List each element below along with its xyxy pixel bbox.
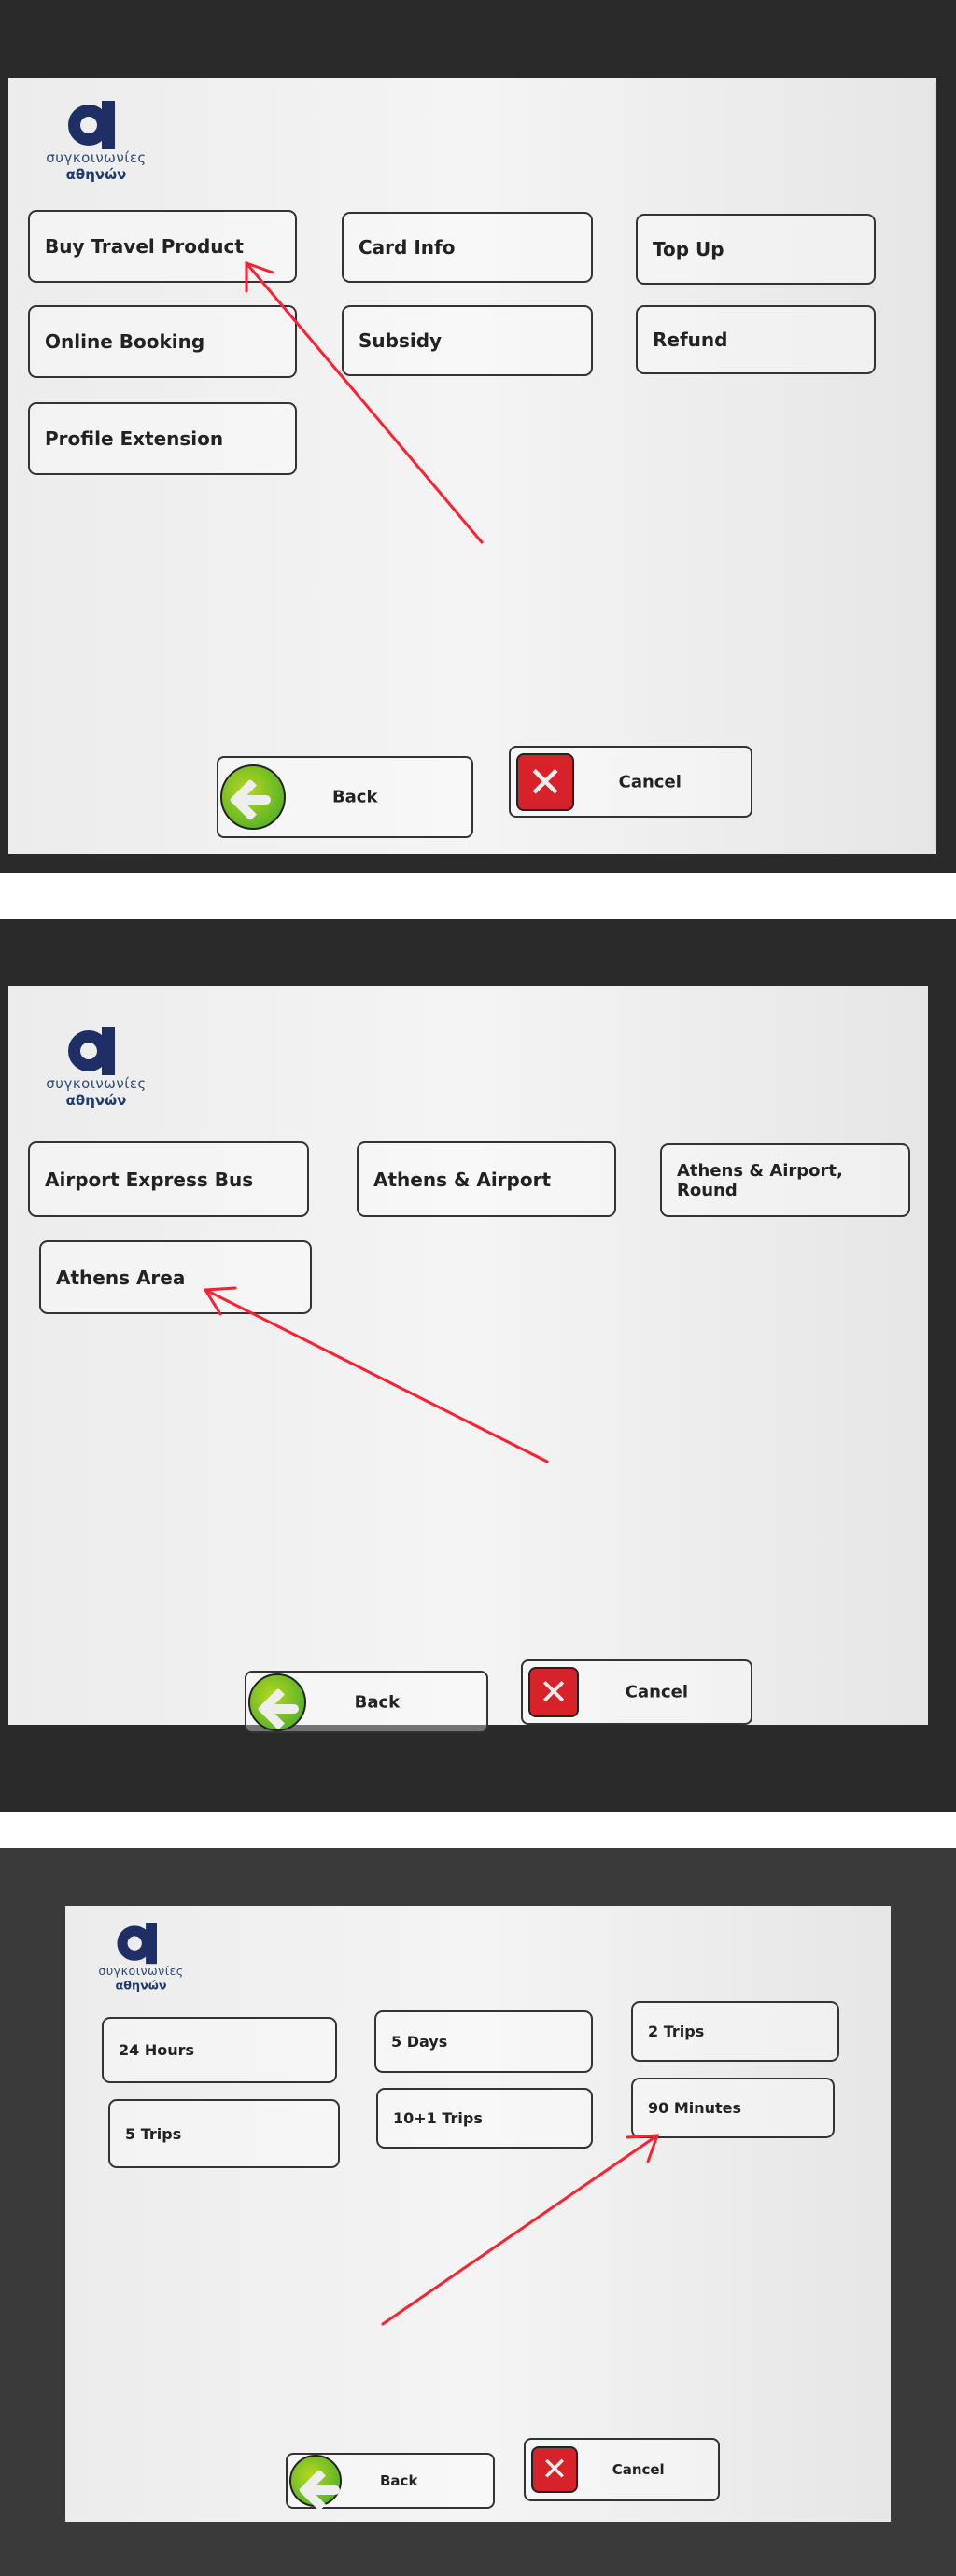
5-trips-button[interactable]: 5 Trips [108,2099,340,2168]
cancel-label: Cancel [612,2461,665,2478]
24-hours-button[interactable]: 24 Hours [102,2017,337,2083]
cancel-button[interactable]: ✕ Cancel [509,746,752,818]
top-up-button[interactable]: Top Up [636,214,876,285]
oasa-logo: συγκοινωνίες αθηνών [35,101,157,183]
card-info-button[interactable]: Card Info [342,212,593,283]
profile-extension-button[interactable]: Profile Extension [28,402,297,475]
back-button[interactable]: Back [245,1671,488,1733]
5-days-button[interactable]: 5 Days [374,2010,593,2073]
refund-button[interactable]: Refund [636,305,876,374]
back-button[interactable]: Back [217,756,473,838]
x-square-icon: ✕ [531,2446,578,2493]
2-trips-button[interactable]: 2 Trips [631,2001,839,2062]
athens-airport-button[interactable]: Athens & Airport [357,1141,616,1217]
alpha-logo-icon [117,1923,165,1965]
logo-text-line2: αθηνών [65,1092,127,1109]
buy-travel-product-button[interactable]: Buy Travel Product [28,210,297,283]
logo-text-line1: συγκοινωνίες [98,1964,184,1979]
athens-airport-round-button[interactable]: Athens & Airport, Round [660,1143,910,1217]
arrow-left-circle-icon [220,764,286,830]
back-label: Back [354,1692,401,1712]
back-label: Back [331,787,378,807]
cancel-label: Cancel [618,772,682,791]
alpha-logo-icon [68,101,124,149]
subsidy-button[interactable]: Subsidy [342,305,593,376]
arrow-left-circle-icon [289,2455,342,2507]
logo-text-line2: αθηνών [65,166,127,183]
cancel-label: Cancel [625,1682,689,1702]
oasa-logo: συγκοινωνίες αθηνών [93,1923,189,1993]
x-square-icon: ✕ [516,752,574,811]
10-plus-1-trips-button[interactable]: 10+1 Trips [376,2088,593,2149]
airport-express-bus-button[interactable]: Airport Express Bus [28,1141,309,1217]
athens-area-button[interactable]: Athens Area [39,1240,312,1314]
online-booking-button[interactable]: Online Booking [28,305,297,378]
logo-text-line1: συγκοινωνίες [46,1075,147,1092]
x-square-icon: ✕ [528,1667,579,1717]
alpha-logo-icon [68,1027,124,1075]
cancel-button[interactable]: ✕ Cancel [521,1659,752,1725]
logo-text-line1: συγκοινωνίες [46,149,147,166]
back-button[interactable]: Back [286,2453,495,2509]
back-label: Back [380,2472,418,2489]
90-minutes-button[interactable]: 90 Minutes [631,2078,835,2138]
logo-text-line2: αθηνών [115,1978,167,1993]
kiosk-screen-3 [65,1906,891,2522]
arrow-left-circle-icon [248,1673,306,1731]
cancel-button[interactable]: ✕ Cancel [524,2438,720,2501]
oasa-logo: συγκοινωνίες αθηνών [35,1027,157,1109]
